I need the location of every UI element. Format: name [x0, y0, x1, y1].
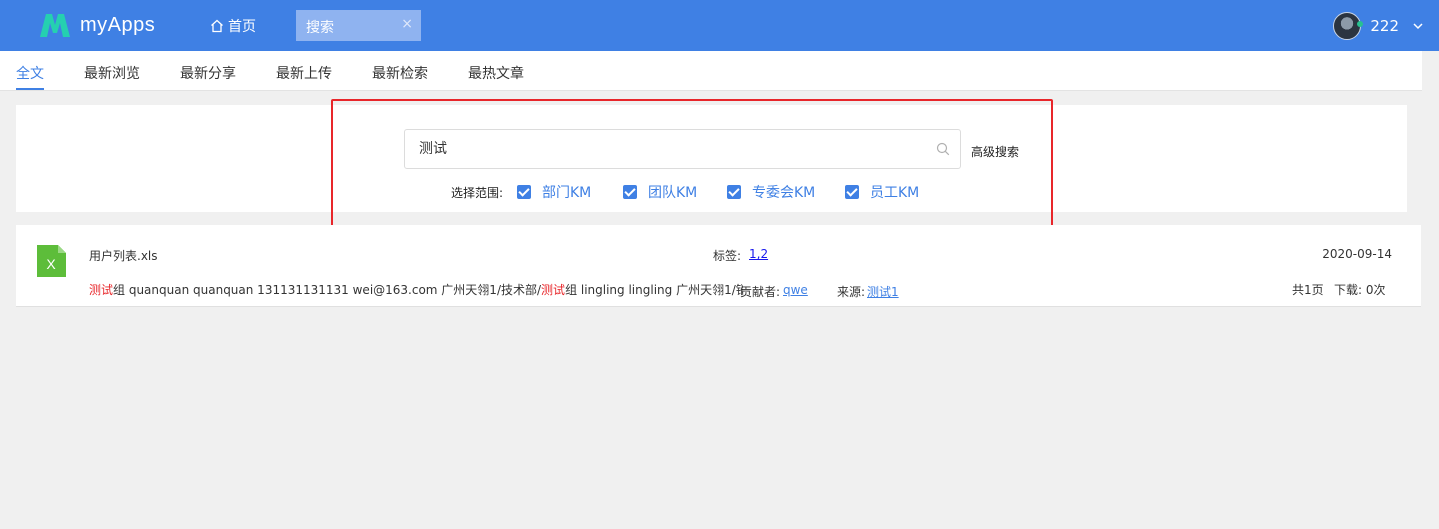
contributor-label: 贡献者:	[740, 285, 781, 299]
search-icon[interactable]	[936, 142, 950, 156]
search-input[interactable]	[419, 140, 919, 156]
avatar	[1333, 12, 1364, 40]
checkbox[interactable]	[727, 185, 741, 199]
checkbox[interactable]	[623, 185, 637, 199]
download-count: 下载: 0次	[1334, 283, 1386, 297]
nav-home-label: 首页	[228, 19, 256, 35]
scope-option-label: 专委会KM	[752, 185, 816, 201]
home-icon	[211, 19, 223, 33]
nav-home[interactable]: 首页	[210, 16, 256, 36]
user-name: 222	[1370, 17, 1399, 35]
contributor-link[interactable]: qwe	[783, 283, 808, 297]
result-file-name[interactable]: 用户列表.xls	[89, 247, 158, 264]
top-bar: myApps 首页 搜索 × 222	[0, 0, 1439, 51]
logo-mark-icon	[40, 14, 70, 37]
app-name: myApps	[80, 13, 156, 36]
result-snippet: 测试组 quanquan quanquan 131131131131 wei@1…	[89, 281, 743, 298]
snippet-text: 组 lingling lingling 广州天翎1/销...	[565, 283, 743, 297]
close-icon[interactable]: ×	[401, 16, 413, 32]
chevron-down-icon	[1413, 23, 1423, 30]
advanced-search-link[interactable]: 高级搜索	[971, 143, 1019, 160]
subnav-item-recent-browse[interactable]: 最新浏览	[84, 63, 140, 83]
page-count: 共1页	[1292, 283, 1324, 297]
checkbox[interactable]	[517, 185, 531, 199]
file-icon-letter: X	[46, 256, 56, 272]
checkbox[interactable]	[845, 185, 859, 199]
result-date: 2020-09-14	[1322, 247, 1392, 261]
scope-option-label: 部门KM	[542, 185, 592, 201]
scope-option-committee[interactable]: 专委会KM	[727, 182, 815, 202]
tags-link[interactable]: 1,2	[749, 247, 768, 261]
subnav-item-fulltext[interactable]: 全文	[16, 63, 44, 83]
tab-search[interactable]: 搜索 ×	[296, 10, 421, 41]
scope-option-department[interactable]: 部门KM	[517, 182, 591, 202]
app-logo[interactable]: myApps	[38, 11, 155, 39]
tags-label: 标签:	[713, 249, 742, 263]
active-tab-indicator	[16, 88, 44, 90]
scope-option-label: 团队KM	[648, 185, 698, 201]
snippet-text: 组 quanquan quanquan 131131131131 wei@163…	[113, 283, 542, 297]
subnav-item-recent-upload[interactable]: 最新上传	[276, 63, 332, 83]
source-label: 来源:	[837, 285, 866, 299]
scope-option-label: 员工KM	[870, 185, 920, 201]
scrollbar-track[interactable]	[1422, 51, 1439, 529]
tab-search-label: 搜索	[306, 20, 334, 36]
sub-navigation: 全文 最新浏览 最新分享 最新上传 最新检索 最热文章	[0, 51, 1422, 91]
scope-option-team[interactable]: 团队KM	[623, 182, 697, 202]
excel-file-icon: X	[37, 245, 66, 277]
subnav-item-recent-search[interactable]: 最新检索	[372, 63, 428, 83]
user-menu[interactable]: 222	[1333, 12, 1423, 40]
subnav-item-recent-share[interactable]: 最新分享	[180, 63, 236, 83]
search-box	[404, 129, 961, 169]
scope-option-employee[interactable]: 员工KM	[845, 182, 919, 202]
subnav-item-hot-articles[interactable]: 最热文章	[468, 63, 524, 83]
snippet-highlight: 测试	[89, 283, 114, 297]
snippet-highlight: 测试	[541, 283, 566, 297]
scope-label: 选择范围:	[451, 186, 504, 200]
source-link[interactable]: 测试1	[867, 283, 899, 300]
